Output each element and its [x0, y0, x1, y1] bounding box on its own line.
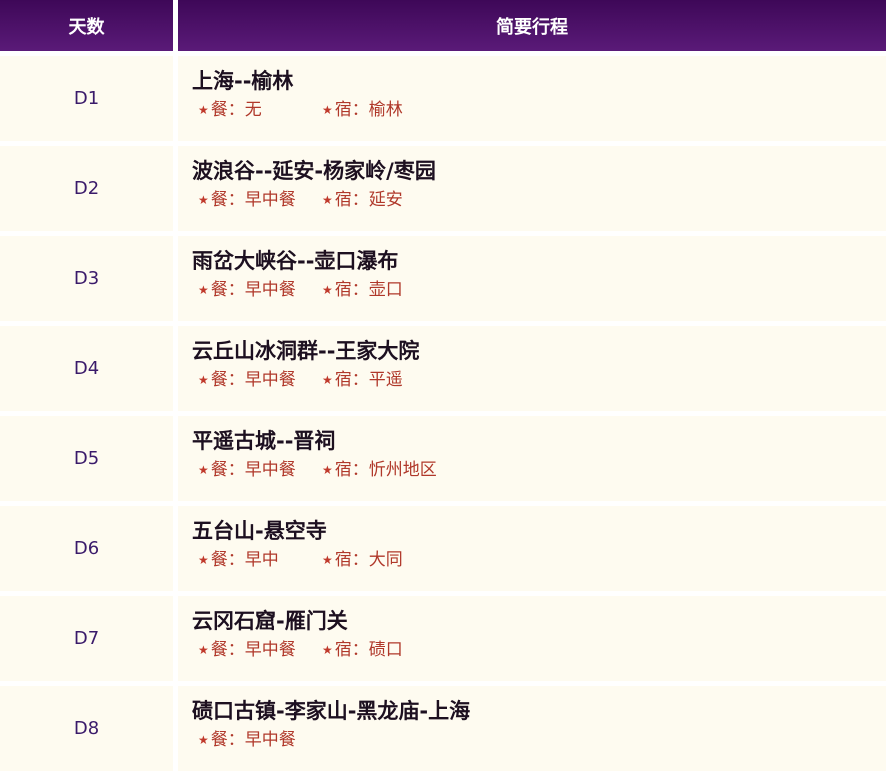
table-row: D2 波浪谷--延安-杨家岭/枣园 ★ 餐：早中餐 ★ 宿：延安 [0, 146, 886, 231]
star-icon: ★ [198, 553, 209, 567]
stay-info: ★ 宿：榆林 [316, 99, 440, 121]
table-header: 天数 简要行程 [0, 0, 886, 51]
stay-text: 宿：榆林 [334, 100, 403, 120]
day-cell: D7 [0, 596, 173, 681]
day-cell: D5 [0, 416, 173, 501]
meal-text: 餐：无 [210, 100, 262, 120]
day-cell: D1 [0, 56, 173, 141]
star-icon: ★ [322, 643, 333, 657]
star-icon: ★ [322, 103, 333, 117]
meal-stay-line: ★ 餐：早中餐 ★ 宿：碛口 [192, 639, 886, 661]
stay-info: ★ 宿：碛口 [316, 639, 440, 661]
star-icon: ★ [322, 463, 333, 477]
meal-stay-line: ★ 餐：早中餐 ★ 宿：壶口 [192, 279, 886, 301]
header-itinerary: 简要行程 [178, 0, 886, 51]
itinerary-cell: 云丘山冰洞群--王家大院 ★ 餐：早中餐 ★ 宿：平遥 [178, 326, 886, 411]
meal-stay-line: ★ 餐：早中餐 ★ 宿：忻州地区 [192, 459, 886, 481]
table-row: D6 五台山-悬空寺 ★ 餐：早中 ★ 宿：大同 [0, 506, 886, 591]
meal-text: 餐：早中餐 [210, 280, 296, 300]
stay-text: 宿：大同 [334, 550, 403, 570]
itinerary-cell: 云冈石窟-雁门关 ★ 餐：早中餐 ★ 宿：碛口 [178, 596, 886, 681]
itinerary-cell: 上海--榆林 ★ 餐：无 ★ 宿：榆林 [178, 56, 886, 141]
meal-info: ★ 餐：早中餐 [192, 639, 316, 661]
itinerary-table: 天数 简要行程 D1 上海--榆林 ★ 餐：无 ★ 宿：榆林 D2 波浪谷--延安-杨家岭/枣… [0, 0, 886, 771]
table-row: D5 平遥古城--晋祠 ★ 餐：早中餐 ★ 宿：忻州地区 [0, 416, 886, 501]
stay-info: ★ 宿：平遥 [316, 369, 440, 391]
itinerary-cell: 平遥古城--晋祠 ★ 餐：早中餐 ★ 宿：忻州地区 [178, 416, 886, 501]
table-row: D3 雨岔大峡谷--壶口瀑布 ★ 餐：早中餐 ★ 宿：壶口 [0, 236, 886, 321]
star-icon: ★ [198, 103, 209, 117]
route-title: 上海--榆林 [192, 69, 294, 93]
star-icon: ★ [198, 463, 209, 477]
stay-text: 宿：壶口 [334, 280, 403, 300]
route-title: 波浪谷--延安-杨家岭/枣园 [192, 159, 436, 183]
day-cell: D2 [0, 146, 173, 231]
stay-text: 宿：延安 [334, 190, 403, 210]
table-row: D1 上海--榆林 ★ 餐：无 ★ 宿：榆林 [0, 56, 886, 141]
route-title: 云冈石窟-雁门关 [192, 609, 348, 633]
meal-info: ★ 餐：早中 [192, 549, 316, 571]
meal-info: ★ 餐：早中餐 [192, 729, 316, 751]
meal-stay-line: ★ 餐：无 ★ 宿：榆林 [192, 99, 886, 121]
meal-stay-line: ★ 餐：早中 ★ 宿：大同 [192, 549, 886, 571]
meal-text: 餐：早中 [210, 550, 279, 570]
meal-stay-line: ★ 餐：早中餐 ★ 宿：平遥 [192, 369, 886, 391]
meal-text: 餐：早中餐 [210, 370, 296, 390]
meal-stay-line: ★ 餐：早中餐 [192, 729, 886, 751]
route-title: 碛口古镇-李家山-黑龙庙-上海 [192, 699, 471, 723]
star-icon: ★ [198, 373, 209, 387]
meal-text: 餐：早中餐 [210, 730, 296, 750]
star-icon: ★ [198, 283, 209, 297]
meal-text: 餐：早中餐 [210, 640, 296, 660]
meal-info: ★ 餐：早中餐 [192, 279, 316, 301]
star-icon: ★ [322, 283, 333, 297]
stay-info: ★ 宿：延安 [316, 189, 440, 211]
itinerary-cell: 五台山-悬空寺 ★ 餐：早中 ★ 宿：大同 [178, 506, 886, 591]
table-row: D7 云冈石窟-雁门关 ★ 餐：早中餐 ★ 宿：碛口 [0, 596, 886, 681]
stay-text: 宿：忻州地区 [334, 460, 437, 480]
meal-info: ★ 餐：早中餐 [192, 369, 316, 391]
header-day: 天数 [0, 0, 173, 51]
route-title: 平遥古城--晋祠 [192, 429, 336, 453]
day-cell: D3 [0, 236, 173, 321]
day-cell: D4 [0, 326, 173, 411]
stay-info: ★ 宿：壶口 [316, 279, 440, 301]
itinerary-cell: 碛口古镇-李家山-黑龙庙-上海 ★ 餐：早中餐 [178, 686, 886, 771]
stay-text: 宿：碛口 [334, 640, 403, 660]
meal-stay-line: ★ 餐：早中餐 ★ 宿：延安 [192, 189, 886, 211]
star-icon: ★ [322, 373, 333, 387]
star-icon: ★ [198, 193, 209, 207]
meal-text: 餐：早中餐 [210, 190, 296, 210]
meal-info: ★ 餐：早中餐 [192, 459, 316, 481]
day-cell: D8 [0, 686, 173, 771]
table-row: D8 碛口古镇-李家山-黑龙庙-上海 ★ 餐：早中餐 [0, 686, 886, 771]
day-cell: D6 [0, 506, 173, 591]
star-icon: ★ [322, 553, 333, 567]
itinerary-cell: 波浪谷--延安-杨家岭/枣园 ★ 餐：早中餐 ★ 宿：延安 [178, 146, 886, 231]
route-title: 雨岔大峡谷--壶口瀑布 [192, 249, 399, 273]
star-icon: ★ [198, 733, 209, 747]
star-icon: ★ [198, 643, 209, 657]
stay-text: 宿：平遥 [334, 370, 403, 390]
meal-info: ★ 餐：早中餐 [192, 189, 316, 211]
stay-info: ★ 宿：忻州地区 [316, 459, 440, 481]
table-row: D4 云丘山冰洞群--王家大院 ★ 餐：早中餐 ★ 宿：平遥 [0, 326, 886, 411]
meal-text: 餐：早中餐 [210, 460, 296, 480]
stay-info: ★ 宿：大同 [316, 549, 440, 571]
star-icon: ★ [322, 193, 333, 207]
route-title: 云丘山冰洞群--王家大院 [192, 339, 420, 363]
itinerary-cell: 雨岔大峡谷--壶口瀑布 ★ 餐：早中餐 ★ 宿：壶口 [178, 236, 886, 321]
route-title: 五台山-悬空寺 [192, 519, 327, 543]
meal-info: ★ 餐：无 [192, 99, 316, 121]
